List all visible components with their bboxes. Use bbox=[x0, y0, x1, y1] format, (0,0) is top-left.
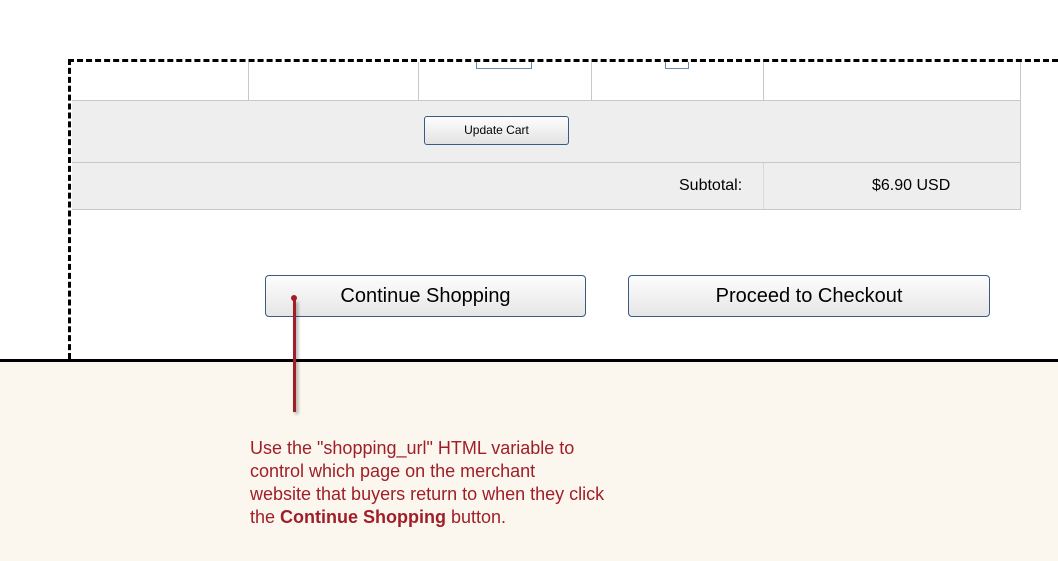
annotation-note: Use the "shopping_url" HTML variable to … bbox=[250, 437, 770, 529]
annotation-line-4-pre: the bbox=[250, 507, 281, 527]
subtotal-label: Subtotal: bbox=[679, 177, 743, 194]
column-divider bbox=[591, 62, 592, 100]
remove-checkbox-edge[interactable] bbox=[665, 62, 689, 69]
column-divider bbox=[763, 62, 764, 100]
annotation-pointer-line bbox=[293, 300, 296, 412]
dashed-frame-left bbox=[68, 59, 71, 359]
column-divider bbox=[418, 62, 419, 100]
proceed-to-checkout-button[interactable]: Proceed to Checkout bbox=[628, 275, 990, 317]
subtotal-row: Subtotal: $6.90 USD bbox=[72, 163, 1021, 210]
annotation-line-1: Use the "shopping_url" HTML variable to bbox=[250, 438, 575, 458]
continue-shopping-button[interactable]: Continue Shopping bbox=[265, 275, 586, 317]
column-divider bbox=[248, 62, 249, 100]
cart-item-row bbox=[72, 62, 1021, 101]
annotation-line-4: the Continue Shopping button. bbox=[250, 506, 770, 529]
cart-table: Update Cart Subtotal: $6.90 USD bbox=[72, 62, 1021, 210]
annotation-line-4-post: button. bbox=[446, 507, 507, 527]
column-divider bbox=[763, 163, 764, 209]
annotation-line-3: website that buyers return to when they … bbox=[250, 484, 605, 504]
update-cart-row: Update Cart bbox=[72, 101, 1021, 163]
annotation-line-4-bold: Continue Shopping bbox=[280, 507, 446, 527]
annotation-line-2: control which page on the merchant bbox=[250, 461, 536, 481]
subtotal-value: $6.90 USD bbox=[872, 177, 951, 194]
quantity-input-edge[interactable] bbox=[476, 62, 532, 69]
annotation-pointer-dot bbox=[291, 295, 297, 301]
update-cart-button[interactable]: Update Cart bbox=[424, 116, 569, 145]
